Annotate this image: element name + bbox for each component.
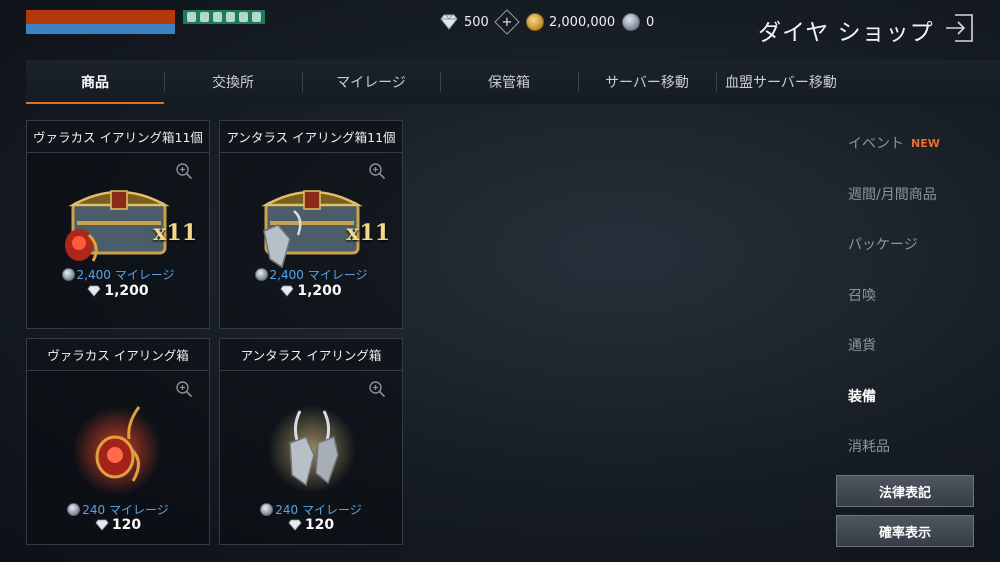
category-event[interactable]: イベント NEW [848,133,940,153]
category-currency[interactable]: 通貨 [848,335,876,355]
buff-icon [239,12,248,22]
product-name: ヴァラカス イアリング箱11個 [27,121,209,153]
mileage-price: 2,400 マイレージ [27,266,209,283]
category-consumables[interactable]: 消耗品 [848,436,890,456]
mileage-coin-icon [254,268,268,281]
category-equipment[interactable]: 装備 [848,386,876,406]
product-name: アンタラス イアリング箱11個 [220,121,402,153]
diamond-price: 1,200 [220,283,402,299]
mileage-price: 2,400 マイレージ [220,266,402,283]
quantity-badge: x11 [153,220,197,246]
mileage-price: 240 マイレージ [27,501,209,518]
tab-mileage[interactable]: マイレージ [302,60,440,104]
diamond-icon [288,519,302,531]
mileage-coin-icon [622,13,640,31]
category-label: イベント [848,136,904,152]
category-label: 召喚 [848,288,876,304]
category-label: 装備 [848,389,876,405]
mileage-amount: 0 [646,14,655,30]
diamond-price-text: 1,200 [297,283,342,299]
category-package[interactable]: パッケージ [848,234,918,254]
buff-icon [213,12,222,22]
buff-icon [252,12,261,22]
add-diamond-button[interactable]: + [494,9,520,35]
buff-icon [200,12,209,22]
diamond-price: 120 [27,517,209,533]
tab-clan-server-transfer[interactable]: 血盟サーバー移動 [716,60,846,104]
mp-bar [26,24,175,34]
page-title: ダイヤ ショップ [758,20,934,46]
diamond-icon [87,285,101,297]
buff-icons [183,10,265,24]
hp-mp-gauge [26,10,175,34]
product-card[interactable]: アンタラス イアリング箱 240 マイレージ 120 [219,338,403,545]
plus-icon: + [501,14,513,30]
diamond-balance: 500 + [440,9,520,35]
zoom-icon[interactable] [368,380,386,398]
category-label: 消耗品 [848,439,890,455]
category-label: 通貨 [848,338,876,354]
diamond-price: 1,200 [27,283,209,299]
mileage-price-text: 2,400 マイレージ [269,268,368,282]
diamond-price-text: 120 [304,517,335,533]
new-badge: NEW [911,136,940,150]
mileage-coin-icon [260,503,274,516]
tab-server-transfer[interactable]: サーバー移動 [578,60,716,104]
mileage-price-text: 2,400 マイレージ [76,268,175,282]
product-card[interactable]: ヴァラカス イアリング箱 240 マイレージ 120 [26,338,210,545]
diamond-price-text: 1,200 [104,283,149,299]
category-weekly-monthly[interactable]: 週間/月間商品 [848,184,937,204]
silver-earring-image [268,405,356,493]
diamond-icon [440,14,458,30]
mileage-price-text: 240 マイレージ [82,503,169,517]
mileage-coin-icon [67,503,81,516]
diamond-price-text: 120 [111,517,142,533]
probability-button[interactable]: 確率表示 [836,515,974,547]
legal-notice-button[interactable]: 法律表記 [836,475,974,507]
quantity-badge: x11 [346,220,390,246]
category-label: 週間/月間商品 [848,187,937,203]
gold-balance: 2,000,000 [526,13,615,31]
hp-bar [26,10,175,24]
diamond-price: 120 [220,517,402,533]
product-card[interactable]: ヴァラカス イアリング箱11個 x11 2,400 マイレージ 1,200 [26,120,210,329]
product-name: ヴァラカス イアリング箱 [27,339,209,371]
diamond-icon [280,285,294,297]
tab-storage[interactable]: 保管箱 [440,60,578,104]
diamond-amount: 500 [464,14,489,30]
gold-amount: 2,000,000 [549,14,616,30]
zoom-icon[interactable] [175,380,193,398]
shop-tabs: 商品 交換所 マイレージ 保管箱 サーバー移動 血盟サーバー移動 [26,60,1000,104]
gold-coin-icon [526,13,544,31]
tab-exchange[interactable]: 交換所 [164,60,302,104]
buff-icon [187,12,196,22]
mileage-balance: 0 [622,13,654,31]
product-card[interactable]: アンタラス イアリング箱11個 x11 2,400 マイレージ 1,200 [219,120,403,329]
category-label: パッケージ [848,237,918,253]
buff-icon [226,12,235,22]
mileage-price: 240 マイレージ [220,501,402,518]
product-name: アンタラス イアリング箱 [220,339,402,371]
red-earring-image [73,406,161,495]
exit-icon[interactable] [943,12,975,44]
diamond-icon [95,519,109,531]
category-summon[interactable]: 召喚 [848,285,876,305]
tab-products[interactable]: 商品 [26,60,164,104]
mileage-coin-icon [61,268,75,281]
mileage-price-text: 240 マイレージ [275,503,362,517]
